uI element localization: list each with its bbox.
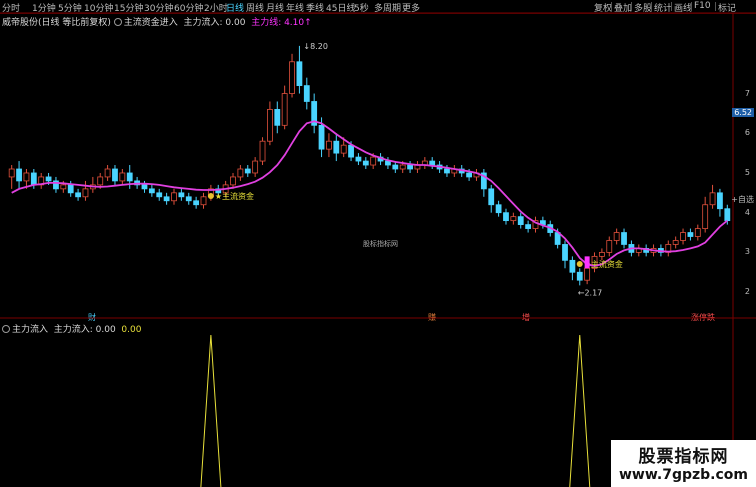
candle-body <box>510 216 517 222</box>
watermark-line1: 股票指标网 <box>638 447 729 467</box>
candle-body <box>613 232 620 241</box>
candle-body <box>598 251 605 257</box>
candle-body <box>8 168 15 178</box>
axis-tick: 5 <box>744 167 750 177</box>
candle-body <box>171 192 177 202</box>
candle-body <box>370 156 377 166</box>
candle-body <box>67 184 74 194</box>
candle-body <box>724 208 731 222</box>
candle-body <box>517 216 524 226</box>
signal-coin-icon <box>576 260 583 267</box>
signal-coin-icon <box>207 193 214 200</box>
candle-body <box>267 109 273 142</box>
candle-body <box>348 144 354 158</box>
signal-highlight-bar <box>584 256 590 269</box>
watermark-box: 股票指标网 www.7gpzb.com <box>611 440 756 487</box>
candle-body <box>392 164 399 170</box>
candle-body <box>362 160 369 166</box>
candle-body <box>23 172 30 182</box>
candle-body <box>178 192 185 198</box>
candle-body <box>488 188 495 206</box>
candle-body <box>281 93 288 126</box>
candle-body <box>259 140 266 162</box>
candle-body <box>525 224 532 229</box>
candle-body <box>156 192 163 198</box>
flow-spike <box>200 334 222 487</box>
main-force-line <box>11 120 728 267</box>
candle-body <box>407 164 413 170</box>
candle-body <box>717 192 723 210</box>
candle-body <box>503 212 509 222</box>
candle-body <box>621 232 627 245</box>
candle-body <box>141 184 148 190</box>
axis-tick: 2 <box>744 287 750 297</box>
candle-body <box>303 85 310 102</box>
candle-body <box>289 61 295 94</box>
candle-body <box>318 124 325 150</box>
axis-tick: 4 <box>744 207 750 217</box>
candle-body <box>340 144 347 154</box>
candle-body <box>112 168 118 182</box>
signal-label: ★主流资金 <box>215 191 254 201</box>
kline-chart[interactable]: ★主流资金★主流资金↓8.20←2.17 <box>0 0 756 487</box>
candle-body <box>702 204 709 229</box>
candle-body <box>562 244 568 261</box>
candle-body <box>296 61 303 86</box>
candle-body <box>75 192 81 198</box>
axis-tick: 6 <box>744 128 750 138</box>
candle-body <box>274 109 281 126</box>
candle-body <box>200 196 207 206</box>
candle-body <box>45 176 52 182</box>
candle-body <box>244 168 251 174</box>
candle-body <box>333 140 340 154</box>
candle-body <box>326 140 332 150</box>
candle-body <box>709 192 716 206</box>
candle-body <box>185 196 192 202</box>
candle-body <box>104 168 111 178</box>
high-annotation: ↓8.20 <box>303 42 328 51</box>
candle-body <box>495 204 502 214</box>
candle-body <box>119 172 126 182</box>
candle-body <box>687 232 694 237</box>
candle-body <box>385 160 391 166</box>
candle-body <box>569 259 576 273</box>
axis-tick: 3 <box>744 247 750 257</box>
candle-body <box>429 160 436 166</box>
low-annotation: ←2.17 <box>578 288 603 297</box>
candle-body <box>16 168 22 182</box>
candle-body <box>148 188 155 194</box>
candle-body <box>444 168 450 174</box>
candle-body <box>355 156 362 162</box>
candle-body <box>60 184 67 190</box>
candle-body <box>672 240 679 245</box>
candle-body <box>694 228 701 237</box>
candle-body <box>193 200 200 206</box>
candle-body <box>584 267 591 281</box>
candle-body <box>30 172 37 186</box>
candle-body <box>82 188 89 198</box>
candle-body <box>97 176 104 186</box>
add-watchlist-button[interactable]: +自选 <box>731 194 754 205</box>
candle-body <box>230 176 236 186</box>
candle-body <box>606 240 613 253</box>
axis-tick: 7 <box>744 88 750 98</box>
candle-body <box>680 232 686 241</box>
watermark-line2: www.7gpzb.com <box>618 467 748 483</box>
candle-body <box>576 271 583 281</box>
candle-body <box>126 172 133 182</box>
candle-body <box>466 172 472 178</box>
current-price-tag: 6.52 <box>732 107 754 117</box>
candle-body <box>399 164 406 170</box>
candle-body <box>252 160 259 174</box>
candle-body <box>163 196 170 202</box>
candle-body <box>237 168 244 178</box>
flow-spike <box>569 334 591 487</box>
